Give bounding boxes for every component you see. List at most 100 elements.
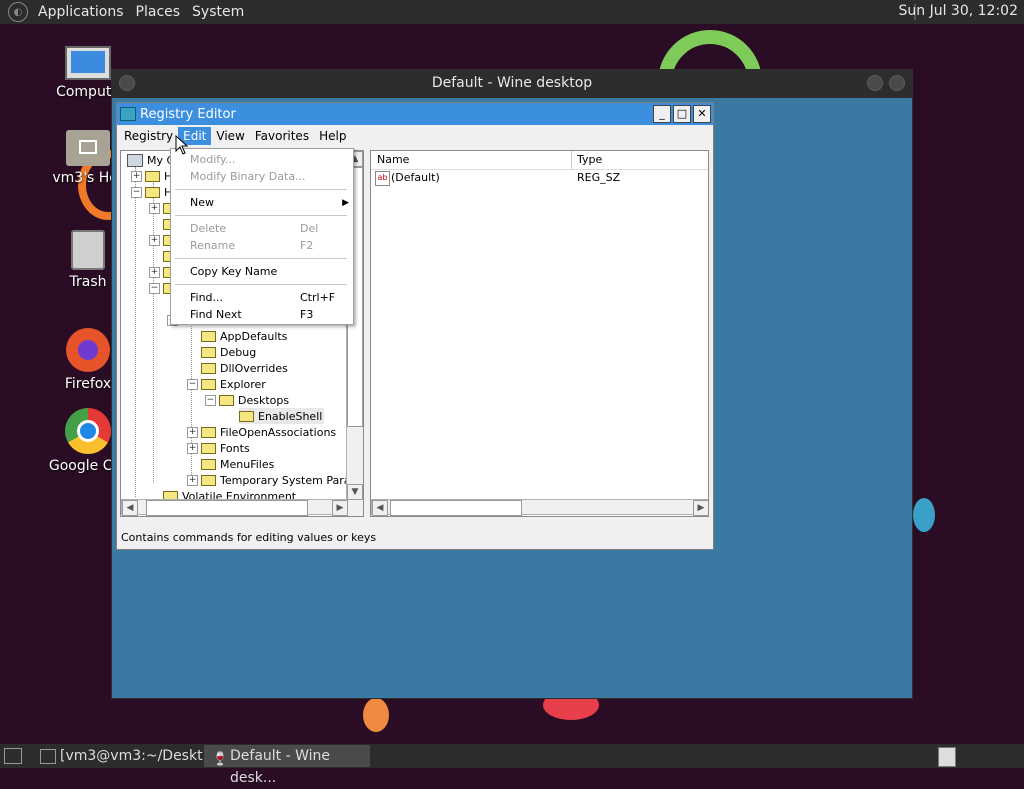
menu-item-modify-binary[interactable]: Modify Binary Data...	[190, 169, 306, 185]
folder-icon	[201, 346, 216, 358]
expand-icon[interactable]: +	[149, 267, 160, 278]
show-desktop-icon[interactable]	[4, 748, 22, 764]
applications-menu[interactable]: Applications	[32, 4, 130, 20]
maximize-button[interactable]: □	[673, 105, 691, 123]
tree-item-fonts[interactable]: Fonts	[201, 440, 250, 456]
menu-registry[interactable]: Registry	[119, 127, 178, 145]
tree-item-debug[interactable]: Debug	[201, 344, 256, 360]
menu-view[interactable]: View	[211, 127, 249, 145]
edit-menu-dropdown: Modify... Modify Binary Data... New ▶ De…	[170, 148, 354, 325]
folder-icon	[201, 426, 216, 438]
column-header-type[interactable]: Type	[577, 153, 602, 166]
tree-item-label: MenuFiles	[220, 457, 275, 471]
value-name: (Default)	[391, 171, 440, 184]
expand-icon[interactable]: +	[187, 443, 198, 454]
submenu-arrow-icon: ▶	[342, 198, 349, 208]
taskbar-item-terminal[interactable]: [vm3@vm3:~/Deskt...	[34, 745, 216, 767]
collapse-icon[interactable]: −	[149, 283, 160, 294]
tree-item-fileopenassociations[interactable]: FileOpenAssociations	[201, 424, 336, 440]
minimize-button[interactable]: _	[653, 105, 671, 123]
menu-separator	[175, 215, 347, 216]
window-menu-icon[interactable]	[119, 75, 135, 91]
places-menu[interactable]: Places	[130, 4, 187, 20]
tree-item-label: Debug	[220, 345, 257, 359]
desktop-icon-label: Firefox	[64, 376, 112, 392]
scroll-left-icon[interactable]: ◀	[122, 500, 138, 516]
expand-icon[interactable]: +	[187, 427, 198, 438]
menu-item-modify[interactable]: Modify...	[190, 152, 235, 168]
scroll-down-icon[interactable]: ▼	[347, 484, 363, 500]
clock[interactable]: Sun Jul 30, 12:02	[899, 3, 1019, 19]
scroll-left-icon[interactable]: ◀	[372, 500, 388, 516]
collapse-icon[interactable]: −	[131, 187, 142, 198]
regedit-app-icon	[120, 107, 136, 121]
firefox-icon	[66, 328, 110, 372]
close-button[interactable]: ✕	[693, 105, 711, 123]
workspace-switcher[interactable]	[938, 747, 956, 767]
tree-item-explorer[interactable]: Explorer	[201, 376, 266, 392]
menu-item-find[interactable]: Find...	[190, 290, 223, 306]
taskbar-item-wine-desktop[interactable]: 🍷 Default - Wine desk...	[204, 745, 370, 786]
value-type: REG_SZ	[577, 171, 621, 184]
menu-item-copy-key-name[interactable]: Copy Key Name	[190, 264, 277, 280]
list-item[interactable]: ab (Default) REG_SZ	[371, 170, 708, 186]
menu-item-rename[interactable]: Rename	[190, 238, 235, 254]
tree-horizontal-scrollbar[interactable]: ◀ ▶	[121, 499, 348, 516]
tree-item-label: Explorer	[220, 377, 266, 391]
tree-item-appdefaults[interactable]: AppDefaults	[201, 328, 287, 344]
taskbar-item-label: [vm3@vm3:~/Deskt...	[60, 748, 216, 764]
menu-favorites[interactable]: Favorites	[250, 127, 314, 145]
registry-values-pane[interactable]: Name Type ab (Default) REG_SZ ◀ ▶	[370, 150, 709, 517]
folder-icon	[219, 394, 234, 406]
trash-icon	[71, 230, 105, 270]
wallpaper-blob	[913, 498, 935, 532]
shortcut-label: Del	[300, 222, 319, 235]
menu-item-find-next[interactable]: Find Next	[190, 307, 242, 323]
tree-item-label: FileOpenAssociations	[220, 425, 337, 439]
scroll-right-icon[interactable]: ▶	[332, 500, 348, 516]
collapse-icon[interactable]: −	[205, 395, 216, 406]
menu-item-delete[interactable]: Delete	[190, 221, 226, 237]
list-horizontal-scrollbar[interactable]: ◀ ▶	[371, 499, 708, 516]
expand-icon[interactable]: +	[187, 475, 198, 486]
tree-item-label: AppDefaults	[220, 329, 288, 343]
folder-icon	[239, 410, 254, 422]
regedit-title: Registry Editor	[140, 106, 236, 122]
distro-logo-icon[interactable]: ◐	[8, 2, 28, 22]
expand-icon[interactable]: +	[131, 171, 142, 182]
system-menu[interactable]: System	[186, 4, 250, 20]
terminal-icon	[40, 749, 56, 764]
status-bar: Contains commands for editing values or …	[121, 531, 377, 544]
chrome-icon	[65, 408, 111, 454]
tree-item-temporary-system-parameters[interactable]: Temporary System Parame	[201, 472, 363, 488]
collapse-icon[interactable]: −	[187, 379, 198, 390]
wine-window-titlebar[interactable]: Default - Wine desktop	[111, 69, 913, 98]
scrollbar-thumb[interactable]	[390, 500, 522, 516]
tree-line	[191, 321, 192, 481]
computer-small-icon	[127, 153, 143, 167]
tree-line	[135, 167, 136, 497]
column-header-name[interactable]: Name	[377, 153, 409, 166]
regedit-menubar: Registry Edit View Favorites Help	[117, 125, 713, 147]
folder-icon	[145, 186, 160, 198]
folder-icon	[145, 170, 160, 182]
column-divider[interactable]	[571, 151, 572, 169]
menu-help[interactable]: Help	[314, 127, 351, 145]
folder-icon	[201, 442, 216, 454]
expand-icon[interactable]: +	[149, 203, 160, 214]
menu-item-new[interactable]: New	[190, 195, 214, 211]
bottom-taskbar: [vm3@vm3:~/Deskt... 🍷 Default - Wine des…	[0, 744, 1024, 786]
expand-icon[interactable]: +	[149, 235, 160, 246]
scroll-right-icon[interactable]: ▶	[693, 500, 708, 516]
maximize-icon[interactable]	[889, 75, 905, 91]
tree-item-dlloverrides[interactable]: DllOverrides	[201, 360, 288, 376]
tree-item-label: EnableShell	[258, 409, 323, 423]
scrollbar-thumb[interactable]	[146, 500, 308, 516]
tree-item-menufiles[interactable]: MenuFiles	[201, 456, 274, 472]
regedit-titlebar[interactable]: Registry Editor _ □ ✕	[117, 103, 713, 125]
tree-item-enableshell[interactable]: EnableShell	[239, 408, 325, 424]
minimize-icon[interactable]	[867, 75, 883, 91]
tree-item-desktops[interactable]: Desktops	[219, 392, 289, 408]
folder-icon	[201, 474, 216, 486]
tree-item-label: Desktops	[238, 393, 290, 407]
